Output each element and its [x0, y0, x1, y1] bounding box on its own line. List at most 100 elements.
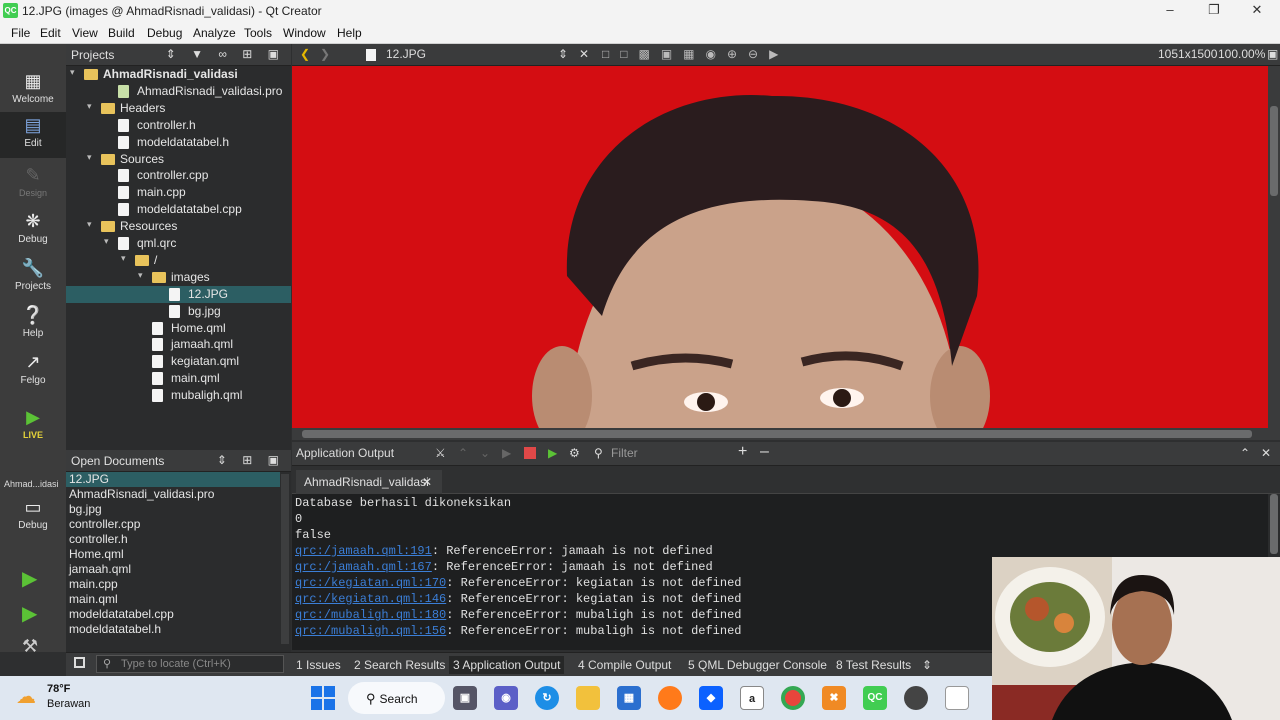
app-window-icon[interactable] — [945, 686, 969, 710]
amazon-icon[interactable]: a — [740, 686, 764, 710]
tab-issues[interactable]: 1 Issues — [296, 658, 341, 672]
menu-help[interactable]: Help — [337, 26, 362, 40]
projects-toolbar[interactable]: ⇕ ▼ ∞ ⊞ ▣ — [166, 47, 285, 61]
split-icon[interactable]: ▣ — [1267, 47, 1278, 61]
tree-item[interactable]: Home.qml — [66, 320, 291, 337]
weather-icon[interactable]: ☁ — [16, 684, 42, 708]
document-dropdown-icon[interactable]: ⇕ — [558, 47, 568, 61]
open-document-item[interactable]: jamaah.qml — [66, 562, 280, 577]
tab-application-output[interactable]: 3 Application Output — [449, 656, 565, 674]
attach-icon[interactable]: ⚔ — [435, 446, 446, 460]
image-horizontal-scrollbar[interactable] — [292, 428, 1280, 440]
stop-icon[interactable] — [524, 447, 536, 459]
menu-view[interactable]: View — [72, 26, 98, 40]
open-document-item[interactable]: 12.JPG — [66, 472, 280, 487]
open-document-item[interactable]: modeldatatabel.h — [66, 622, 280, 637]
restore-icon[interactable]: ❐ — [1202, 2, 1226, 20]
minimize-icon[interactable]: – — [1158, 2, 1182, 20]
source-link[interactable]: qrc:/kegiatan.qml:146 — [295, 592, 446, 606]
firefox-icon[interactable] — [658, 686, 682, 710]
image-vertical-scrollbar[interactable] — [1268, 66, 1280, 428]
expand-arrow-icon[interactable]: ▾ — [104, 236, 109, 247]
build-hammer-icon[interactable]: ⚒ — [22, 636, 38, 657]
close-tab-icon[interactable]: ✕ — [422, 475, 432, 489]
mode-projects[interactable]: 🔧 Projects — [0, 255, 66, 301]
open-document-item[interactable]: main.qml — [66, 592, 280, 607]
teams-icon[interactable]: ◉ — [494, 686, 518, 710]
mode-edit[interactable]: ▤ Edit — [0, 112, 66, 158]
tree-item[interactable]: modeldatatabel.cpp — [66, 201, 291, 218]
debug-run-icon[interactable]: ▶ — [22, 601, 37, 626]
close-window-icon[interactable]: ✕ — [1245, 2, 1269, 20]
expand-arrow-icon[interactable]: ▾ — [121, 253, 126, 264]
tree-item[interactable]: ▾ Resources — [66, 218, 291, 235]
run-icon[interactable]: ▶ — [22, 566, 37, 591]
edge-icon[interactable]: ↻ — [535, 686, 559, 710]
open-document-item[interactable]: bg.jpg — [66, 502, 280, 517]
expand-arrow-icon[interactable]: ▾ — [138, 270, 143, 281]
tab-compile-output[interactable]: 4 Compile Output — [578, 658, 671, 672]
menu-build[interactable]: Build — [108, 26, 135, 40]
tree-item[interactable]: 12.JPG — [66, 285, 291, 303]
expand-arrow-icon[interactable]: ▾ — [87, 101, 92, 112]
kit-selector[interactable]: ▭ Debug — [0, 494, 66, 540]
menu-tools[interactable]: Tools — [244, 26, 272, 40]
back-icon[interactable]: ❮ — [300, 47, 310, 61]
obs-icon[interactable] — [904, 686, 928, 710]
maximize-panel-icon[interactable]: ⌃ — [1240, 446, 1250, 460]
dropbox-icon[interactable]: ◆ — [699, 686, 723, 710]
tree-item[interactable]: ▾ qml.qrc — [66, 235, 291, 252]
source-link[interactable]: qrc:/jamaah.qml:167 — [295, 560, 432, 574]
tree-item[interactable]: mubaligh.qml — [66, 387, 291, 404]
source-link[interactable]: qrc:/jamaah.qml:191 — [295, 544, 432, 558]
taskbar-search[interactable]: ⚲ Search — [348, 682, 445, 714]
tab-search-results[interactable]: 2 Search Results — [354, 658, 445, 672]
menu-analyze[interactable]: Analyze — [193, 26, 236, 40]
close-document-icon[interactable]: ✕ — [579, 47, 589, 61]
down-icon[interactable]: ⌄ — [480, 446, 490, 460]
store-icon[interactable]: ▦ — [617, 686, 641, 710]
tab-test-results[interactable]: 8 Test Results — [836, 658, 911, 672]
open-document-item[interactable]: AhmadRisnadi_validasi.pro — [66, 487, 280, 502]
add-icon[interactable]: + — [738, 443, 747, 461]
filter-input[interactable]: Filter — [611, 446, 638, 460]
scrollbar-handle[interactable] — [1270, 106, 1278, 196]
chrome-icon[interactable] — [781, 686, 805, 710]
tree-item[interactable]: ▾ Headers — [66, 100, 291, 117]
source-link[interactable]: qrc:/kegiatan.qml:170 — [295, 576, 446, 590]
menu-edit[interactable]: Edit — [40, 26, 61, 40]
mode-live[interactable]: ▶ LIVE — [0, 404, 66, 450]
open-document-item[interactable]: main.cpp — [66, 577, 280, 592]
expand-arrow-icon[interactable]: ▾ — [87, 152, 92, 163]
tree-item[interactable]: AhmadRisnadi_validasi.pro — [66, 83, 291, 100]
source-link[interactable]: qrc:/mubaligh.qml:156 — [295, 624, 446, 638]
menu-file[interactable]: File — [11, 26, 30, 40]
source-link[interactable]: qrc:/mubaligh.qml:180 — [295, 608, 446, 622]
remove-icon[interactable]: – — [760, 443, 769, 461]
mode-design[interactable]: ✎ Design — [0, 162, 66, 208]
tree-item[interactable]: controller.h — [66, 117, 291, 134]
task-view-icon[interactable]: ▣ — [453, 686, 477, 710]
rerun-icon[interactable]: ▶ — [502, 446, 511, 460]
close-panel-icon[interactable]: ✕ — [1261, 446, 1271, 460]
mode-debug[interactable]: ❋ Debug — [0, 208, 66, 254]
mode-felgo[interactable]: ↗ Felgo — [0, 349, 66, 395]
expand-arrow-icon[interactable]: ▾ — [87, 219, 92, 230]
mode-welcome[interactable]: ▦ Welcome — [0, 68, 66, 114]
more-tabs-icon[interactable]: ⇕ — [922, 658, 932, 672]
start-button[interactable] — [311, 686, 335, 710]
mode-help[interactable]: ❔ Help — [0, 302, 66, 348]
tree-item[interactable]: kegiatan.qml — [66, 353, 291, 370]
tree-item[interactable]: bg.jpg — [66, 303, 291, 320]
tree-item[interactable]: ▾ Sources — [66, 151, 291, 168]
tree-item[interactable]: modeldatatabel.h — [66, 134, 291, 151]
image-viewer[interactable] — [292, 66, 1268, 428]
locator-input[interactable]: ⚲ Type to locate (Ctrl+K) — [96, 655, 284, 673]
open-document-item[interactable]: modeldatatabel.cpp — [66, 607, 280, 622]
settings-gear-icon[interactable]: ⚙ — [569, 446, 580, 460]
tree-item[interactable]: main.cpp — [66, 184, 291, 201]
forward-icon[interactable]: ❯ — [320, 47, 330, 61]
run-debug-icon[interactable]: ▶ — [548, 446, 557, 460]
image-viewer-tools[interactable]: □□▩▣▦◉⊕⊖▶ — [602, 47, 789, 61]
tree-item[interactable]: jamaah.qml — [66, 336, 291, 353]
